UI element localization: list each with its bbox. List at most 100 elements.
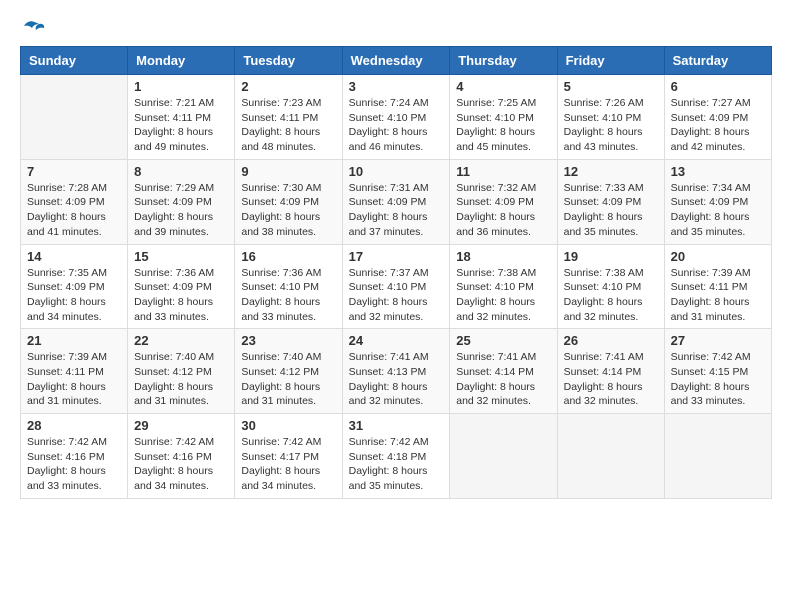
day-number: 9 (241, 164, 335, 179)
day-number: 31 (349, 418, 444, 433)
day-number: 2 (241, 79, 335, 94)
day-number: 12 (564, 164, 658, 179)
calendar-cell: 8Sunrise: 7:29 AM Sunset: 4:09 PM Daylig… (128, 159, 235, 244)
calendar-cell: 19 Sunrise: 7:38 AM Sunset: 4:10 PM Dayli… (557, 244, 664, 329)
column-header-tuesday: Tuesday (235, 47, 342, 75)
column-header-wednesday: Wednesday (342, 47, 450, 75)
day-number: 4 (456, 79, 550, 94)
day-info: Sunrise: 7:38 AM Sunset: 4:10 PM Dayligh… (456, 266, 550, 325)
calendar-cell: 14Sunrise: 7:35 AM Sunset: 4:09 PM Dayli… (21, 244, 128, 329)
day-number: 19 (564, 249, 658, 264)
calendar-cell: 4 Sunrise: 7:25 AM Sunset: 4:10 PM Daylig… (450, 75, 557, 160)
calendar-cell (21, 75, 128, 160)
day-number: 7 (27, 164, 121, 179)
calendar-cell: 7 Sunrise: 7:28 AM Sunset: 4:09 PM Daylig… (21, 159, 128, 244)
calendar-cell: 12 Sunrise: 7:33 AM Sunset: 4:09 PM Dayli… (557, 159, 664, 244)
day-info: Sunrise: 7:36 AM Sunset: 4:09 PM Dayligh… (134, 266, 228, 325)
calendar-cell: 31 Sunrise: 7:42 AM Sunset: 4:18 PM Dayli… (342, 414, 450, 499)
day-info: Sunrise: 7:33 AM Sunset: 4:09 PM Dayligh… (564, 181, 658, 240)
calendar-cell: 26 Sunrise: 7:41 AM Sunset: 4:14 PM Dayli… (557, 329, 664, 414)
calendar-cell: 1 Sunrise: 7:21 AM Sunset: 4:11 PM Daylig… (128, 75, 235, 160)
day-info: Sunrise: 7:42 AM Sunset: 4:18 PM Dayligh… (349, 435, 444, 494)
day-number: 29 (134, 418, 228, 433)
day-info: Sunrise: 7:26 AM Sunset: 4:10 PM Dayligh… (564, 96, 658, 155)
day-info: Sunrise: 7:28 AM Sunset: 4:09 PM Dayligh… (27, 181, 121, 240)
column-header-thursday: Thursday (450, 47, 557, 75)
calendar-week-3: 14Sunrise: 7:35 AM Sunset: 4:09 PM Dayli… (21, 244, 772, 329)
calendar-cell: 10 Sunrise: 7:31 AM Sunset: 4:09 PM Dayli… (342, 159, 450, 244)
column-header-monday: Monday (128, 47, 235, 75)
calendar-cell (450, 414, 557, 499)
day-info: Sunrise: 7:42 AM Sunset: 4:15 PM Dayligh… (671, 350, 765, 409)
day-number: 25 (456, 333, 550, 348)
day-info: Sunrise: 7:36 AM Sunset: 4:10 PM Dayligh… (241, 266, 335, 325)
day-number: 30 (241, 418, 335, 433)
logo-bird-icon (23, 20, 45, 38)
calendar-week-4: 21 Sunrise: 7:39 AM Sunset: 4:11 PM Dayli… (21, 329, 772, 414)
day-info: Sunrise: 7:21 AM Sunset: 4:11 PM Dayligh… (134, 96, 228, 155)
day-number: 16 (241, 249, 335, 264)
day-info: Sunrise: 7:30 AM Sunset: 4:09 PM Dayligh… (241, 181, 335, 240)
calendar-cell: 27 Sunrise: 7:42 AM Sunset: 4:15 PM Dayli… (664, 329, 771, 414)
day-info: Sunrise: 7:25 AM Sunset: 4:10 PM Dayligh… (456, 96, 550, 155)
day-info: Sunrise: 7:29 AM Sunset: 4:09 PM Dayligh… (134, 181, 228, 240)
column-header-sunday: Sunday (21, 47, 128, 75)
day-info: Sunrise: 7:27 AM Sunset: 4:09 PM Dayligh… (671, 96, 765, 155)
calendar-cell: 15 Sunrise: 7:36 AM Sunset: 4:09 PM Dayli… (128, 244, 235, 329)
calendar-cell: 18 Sunrise: 7:38 AM Sunset: 4:10 PM Dayli… (450, 244, 557, 329)
calendar-cell: 25Sunrise: 7:41 AM Sunset: 4:14 PM Dayli… (450, 329, 557, 414)
day-number: 22 (134, 333, 228, 348)
day-info: Sunrise: 7:32 AM Sunset: 4:09 PM Dayligh… (456, 181, 550, 240)
day-number: 20 (671, 249, 765, 264)
calendar-cell: 28 Sunrise: 7:42 AM Sunset: 4:16 PM Dayli… (21, 414, 128, 499)
day-number: 27 (671, 333, 765, 348)
day-info: Sunrise: 7:24 AM Sunset: 4:10 PM Dayligh… (349, 96, 444, 155)
day-info: Sunrise: 7:42 AM Sunset: 4:17 PM Dayligh… (241, 435, 335, 494)
day-number: 6 (671, 79, 765, 94)
day-info: Sunrise: 7:31 AM Sunset: 4:09 PM Dayligh… (349, 181, 444, 240)
day-number: 13 (671, 164, 765, 179)
day-info: Sunrise: 7:23 AM Sunset: 4:11 PM Dayligh… (241, 96, 335, 155)
calendar-cell: 13 Sunrise: 7:34 AM Sunset: 4:09 PM Dayli… (664, 159, 771, 244)
day-number: 21 (27, 333, 121, 348)
day-info: Sunrise: 7:41 AM Sunset: 4:13 PM Dayligh… (349, 350, 444, 409)
day-number: 24 (349, 333, 444, 348)
day-info: Sunrise: 7:39 AM Sunset: 4:11 PM Dayligh… (27, 350, 121, 409)
day-number: 28 (27, 418, 121, 433)
column-header-saturday: Saturday (664, 47, 771, 75)
day-number: 23 (241, 333, 335, 348)
calendar-cell: 30 Sunrise: 7:42 AM Sunset: 4:17 PM Dayli… (235, 414, 342, 499)
calendar-cell: 3 Sunrise: 7:24 AM Sunset: 4:10 PM Daylig… (342, 75, 450, 160)
calendar-cell: 6 Sunrise: 7:27 AM Sunset: 4:09 PM Daylig… (664, 75, 771, 160)
calendar-cell: 22 Sunrise: 7:40 AM Sunset: 4:12 PM Dayli… (128, 329, 235, 414)
day-info: Sunrise: 7:40 AM Sunset: 4:12 PM Dayligh… (134, 350, 228, 409)
calendar-cell: 20 Sunrise: 7:39 AM Sunset: 4:11 PM Dayli… (664, 244, 771, 329)
day-number: 26 (564, 333, 658, 348)
day-number: 3 (349, 79, 444, 94)
calendar-week-5: 28 Sunrise: 7:42 AM Sunset: 4:16 PM Dayli… (21, 414, 772, 499)
day-info: Sunrise: 7:38 AM Sunset: 4:10 PM Dayligh… (564, 266, 658, 325)
day-info: Sunrise: 7:39 AM Sunset: 4:11 PM Dayligh… (671, 266, 765, 325)
day-number: 17 (349, 249, 444, 264)
day-number: 15 (134, 249, 228, 264)
calendar-table: SundayMondayTuesdayWednesdayThursdayFrid… (20, 46, 772, 499)
column-header-friday: Friday (557, 47, 664, 75)
calendar-cell: 2 Sunrise: 7:23 AM Sunset: 4:11 PM Daylig… (235, 75, 342, 160)
calendar-cell: 29Sunrise: 7:42 AM Sunset: 4:16 PM Dayli… (128, 414, 235, 499)
day-number: 5 (564, 79, 658, 94)
calendar-cell: 11Sunrise: 7:32 AM Sunset: 4:09 PM Dayli… (450, 159, 557, 244)
calendar-cell (557, 414, 664, 499)
day-number: 1 (134, 79, 228, 94)
day-number: 18 (456, 249, 550, 264)
calendar-cell: 23 Sunrise: 7:40 AM Sunset: 4:12 PM Dayli… (235, 329, 342, 414)
day-number: 10 (349, 164, 444, 179)
calendar-cell: 5 Sunrise: 7:26 AM Sunset: 4:10 PM Daylig… (557, 75, 664, 160)
day-info: Sunrise: 7:34 AM Sunset: 4:09 PM Dayligh… (671, 181, 765, 240)
calendar-cell (664, 414, 771, 499)
day-info: Sunrise: 7:42 AM Sunset: 4:16 PM Dayligh… (27, 435, 121, 494)
calendar-cell: 24 Sunrise: 7:41 AM Sunset: 4:13 PM Dayli… (342, 329, 450, 414)
calendar-week-2: 7 Sunrise: 7:28 AM Sunset: 4:09 PM Daylig… (21, 159, 772, 244)
day-info: Sunrise: 7:35 AM Sunset: 4:09 PM Dayligh… (27, 266, 121, 325)
day-info: Sunrise: 7:41 AM Sunset: 4:14 PM Dayligh… (564, 350, 658, 409)
day-info: Sunrise: 7:40 AM Sunset: 4:12 PM Dayligh… (241, 350, 335, 409)
